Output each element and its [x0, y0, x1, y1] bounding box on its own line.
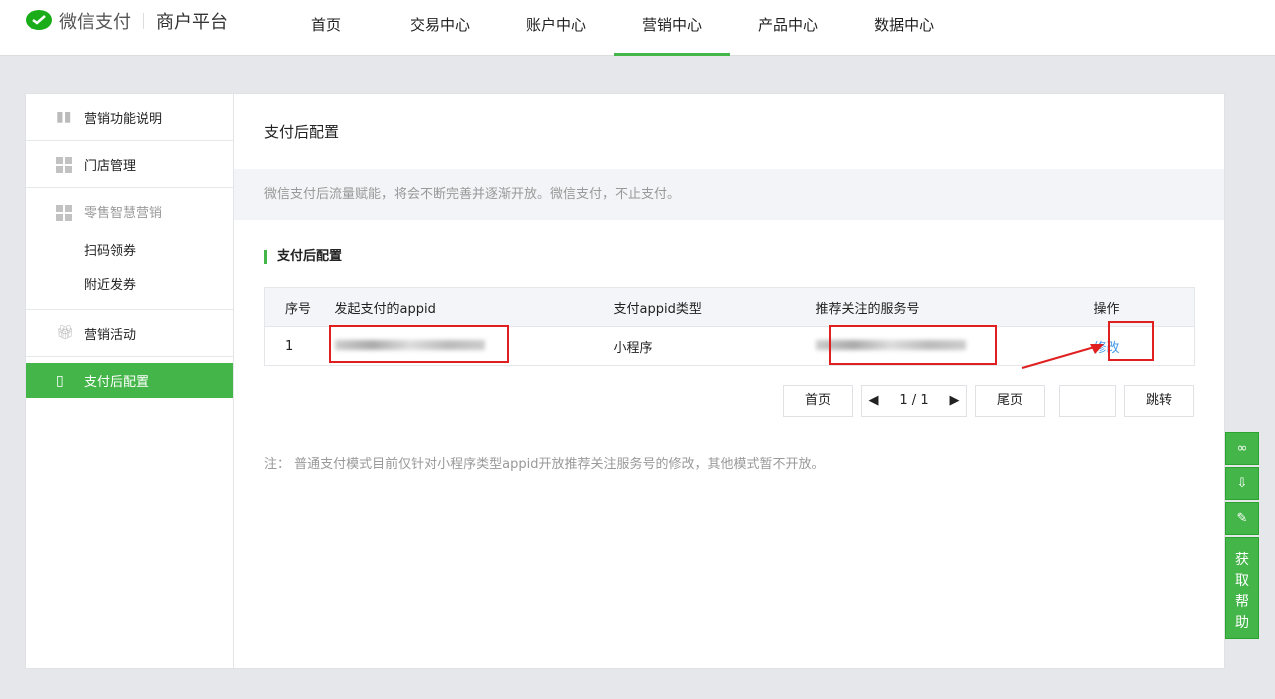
- last-page-button[interactable]: 尾页: [975, 385, 1045, 417]
- cell-index: 1: [264, 326, 335, 366]
- content-panel: ▮▮ 营销功能说明 门店管理 零售智慧营销 扫码领券 附近发券 🎁︎ 营销活动 ▯ 支…: [25, 93, 1225, 669]
- sidebar-label: 支付后配置: [84, 375, 150, 390]
- page-title: 支付后配置: [264, 123, 340, 141]
- col-type: 支付appid类型: [613, 287, 816, 327]
- link-float-button[interactable]: ∞: [1225, 432, 1259, 465]
- next-page-button[interactable]: ▶: [943, 385, 967, 417]
- notice-bar: 微信支付后流量赋能，将会不断完善并逐渐开放。微信支付，不止支付。: [234, 169, 1224, 220]
- top-header: 微信支付 商户平台 首页 交易中心 账户中心 营销中心 产品中心 数据中心: [0, 0, 1275, 56]
- platform-name: 商户平台: [156, 12, 228, 33]
- sidebar-item-intro[interactable]: ▮▮ 营销功能说明: [26, 94, 233, 141]
- divider: [143, 13, 144, 29]
- sidebar-item-post-pay-config[interactable]: ▯ 支付后配置: [26, 363, 233, 398]
- nav-trade[interactable]: 交易中心: [382, 0, 498, 56]
- brand-name: 微信支付: [59, 12, 131, 33]
- col-index: 序号: [264, 287, 335, 327]
- highlight-box-service-account: [829, 325, 997, 365]
- col-appid: 发起支付的appid: [334, 287, 614, 327]
- nav-home[interactable]: 首页: [270, 0, 382, 56]
- grid-icon: [56, 157, 72, 173]
- nav-data[interactable]: 数据中心: [846, 0, 962, 56]
- edit-icon: ✎: [1236, 511, 1248, 526]
- main-content: 支付后配置 微信支付后流量赋能，将会不断完善并逐渐开放。微信支付，不止支付。 支…: [234, 94, 1224, 472]
- download-icon: ⇩: [1236, 476, 1248, 491]
- prev-page-button[interactable]: ◀: [861, 385, 885, 417]
- edit-float-button[interactable]: ✎: [1225, 502, 1259, 535]
- section-heading: 支付后配置: [264, 250, 1224, 264]
- gift-icon: 🎁︎: [56, 325, 74, 341]
- sidebar-label: 营销功能说明: [84, 111, 163, 127]
- sidebar-item-stores[interactable]: 门店管理: [26, 141, 233, 188]
- first-page-button[interactable]: 首页: [783, 385, 853, 417]
- arrow-annotation-icon: [1021, 344, 1104, 369]
- sidebar-item-campaigns[interactable]: 🎁︎ 营销活动: [26, 310, 233, 357]
- sidebar-group-retail: 零售智慧营销 扫码领券 附近发券: [26, 188, 233, 310]
- phone-settings-icon: ▯: [56, 372, 64, 389]
- highlight-box-appid: [329, 325, 509, 363]
- sidebar-item-scan-coupon[interactable]: 扫码领券: [26, 235, 233, 269]
- nav-account[interactable]: 账户中心: [498, 0, 614, 56]
- page-jump-input[interactable]: [1059, 385, 1116, 417]
- nav-marketing[interactable]: 营销中心: [614, 0, 731, 56]
- page-indicator: 1 / 1: [885, 385, 943, 417]
- main-nav: 首页 交易中心 账户中心 营销中心 产品中心 数据中心: [270, 0, 962, 56]
- sidebar-label: 门店管理: [84, 158, 137, 174]
- sidebar-item-nearby-coupon[interactable]: 附近发券: [26, 269, 233, 303]
- grid-icon: [56, 204, 72, 221]
- table-header: 序号 发起支付的appid 支付appid类型 推荐关注的服务号 操作: [264, 287, 1195, 327]
- sidebar-label: 营销活动: [84, 327, 137, 343]
- sidebar-item-retail: 零售智慧营销: [26, 188, 233, 235]
- download-float-button[interactable]: ⇩: [1225, 467, 1259, 500]
- col-service-account: 推荐关注的服务号: [815, 287, 1094, 327]
- highlight-box-edit: [1108, 321, 1154, 361]
- pagination: 首页 ◀ 1 / 1 ▶ 尾页 跳转: [783, 385, 1194, 417]
- logo[interactable]: 微信支付 商户平台: [25, 8, 228, 34]
- nav-product[interactable]: 产品中心: [730, 0, 846, 56]
- book-icon: ▮▮: [56, 109, 72, 125]
- jump-button[interactable]: 跳转: [1124, 385, 1194, 417]
- link-icon: ∞: [1236, 441, 1248, 456]
- cell-type: 小程序: [613, 326, 816, 366]
- help-float-button[interactable]: 获取帮助: [1225, 537, 1259, 639]
- sidebar-label: 零售智慧营销: [84, 206, 163, 221]
- footnote: 注： 普通支付模式目前仅针对小程序类型appid开放推荐关注服务号的修改，其他模…: [264, 457, 825, 472]
- sidebar: ▮▮ 营销功能说明 门店管理 零售智慧营销 扫码领券 附近发券 🎁︎ 营销活动 ▯ 支…: [26, 94, 234, 668]
- wechat-pay-logo-icon: [26, 10, 52, 30]
